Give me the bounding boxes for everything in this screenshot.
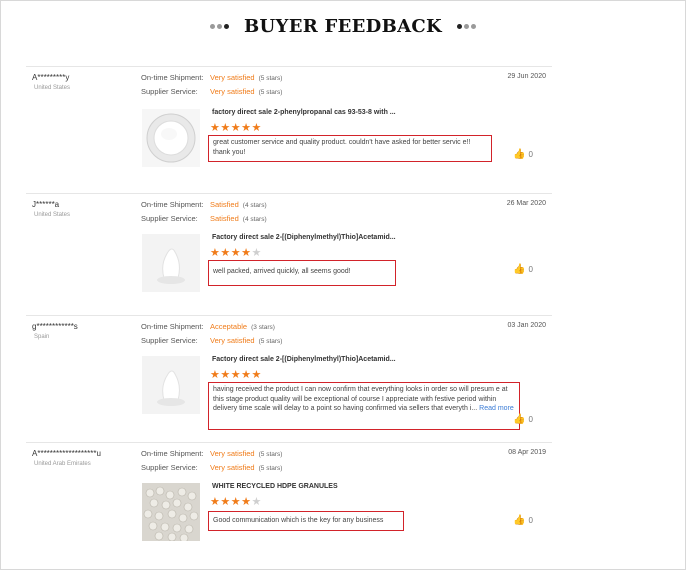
like-button[interactable]: 👍 0	[513, 414, 533, 425]
star-rating: ★★★★★	[210, 247, 262, 259]
product-image[interactable]	[142, 234, 200, 292]
like-button[interactable]: 👍 0	[513, 515, 533, 526]
shipment-rating: Acceptable (3 stars)	[210, 322, 275, 331]
review-date: 03 Jan 2020	[507, 322, 546, 329]
feedback-box: having received the product I can now co…	[208, 382, 520, 430]
review-item: J******a United States 26 Mar 2020 On-ti…	[26, 193, 552, 306]
section-header: BUYER FEEDBACK	[0, 16, 686, 48]
reviewer-name: A*********y	[32, 73, 70, 82]
product-image[interactable]	[142, 356, 200, 414]
product-link[interactable]: WHITE RECYCLED HDPE GRANULES	[212, 483, 338, 490]
review-item: g************s Spain 03 Jan 2020 On-time…	[26, 315, 552, 436]
product-link[interactable]: Factory direct sale 2-[(Diphenylmethyl)T…	[212, 234, 396, 241]
reviewer-name: A*******************u	[32, 449, 101, 458]
read-more-link[interactable]: Read more	[479, 405, 514, 412]
like-button[interactable]: 👍 0	[513, 264, 533, 275]
feedback-text: great customer service and quality produ…	[208, 135, 492, 162]
service-rating: Very satisfied (5 stars)	[210, 336, 283, 345]
reviewer-country: Spain	[34, 334, 50, 340]
product-image[interactable]	[142, 483, 200, 541]
left-dots-decoration	[209, 18, 230, 36]
shipment-label: On-time Shipment:	[141, 449, 204, 458]
product-link[interactable]: Factory direct sale 2-[(Diphenylmethyl)T…	[212, 356, 396, 363]
review-date: 26 Mar 2020	[506, 200, 546, 207]
thumbs-up-icon: 👍	[513, 515, 526, 526]
thumbs-up-icon: 👍	[513, 264, 526, 275]
review-item: A*********y United States 29 Jun 2020 On…	[26, 66, 552, 179]
service-rating: Satisfied (4 stars)	[210, 214, 267, 223]
product-link[interactable]: factory direct sale 2-phenylpropanal cas…	[212, 109, 396, 116]
right-dots-decoration	[456, 18, 477, 36]
shipment-label: On-time Shipment:	[141, 73, 204, 82]
shipment-label: On-time Shipment:	[141, 322, 204, 331]
reviewer-name: g************s	[32, 322, 78, 331]
star-rating: ★★★★★	[210, 122, 262, 134]
reviewer-name: J******a	[32, 200, 60, 209]
reviewer-country: United States	[34, 85, 71, 91]
reviewer-country: United States	[34, 212, 71, 218]
service-label: Supplier Service:	[141, 214, 198, 223]
product-image[interactable]	[142, 109, 200, 167]
shipment-rating: Very satisfied (5 stars)	[210, 449, 283, 458]
thumbs-up-icon: 👍	[513, 149, 526, 160]
service-label: Supplier Service:	[141, 463, 198, 472]
star-rating: ★★★★★	[210, 496, 262, 508]
service-rating: Very satisfied (5 stars)	[210, 87, 283, 96]
feedback-text: well packed, arrived quickly, all seems …	[208, 260, 396, 286]
like-button[interactable]: 👍 0	[513, 149, 533, 160]
service-label: Supplier Service:	[141, 87, 198, 96]
shipment-label: On-time Shipment:	[141, 200, 204, 209]
star-rating: ★★★★★	[210, 369, 262, 381]
service-rating: Very satisfied (5 stars)	[210, 463, 283, 472]
review-date: 08 Apr 2019	[508, 449, 546, 456]
service-label: Supplier Service:	[141, 336, 198, 345]
shipment-rating: Very satisfied (5 stars)	[210, 73, 283, 82]
shipment-rating: Satisfied (4 stars)	[210, 200, 267, 209]
feedback-text: Good communication which is the key for …	[208, 511, 404, 531]
reviewer-country: United Arab Emirates	[34, 461, 91, 467]
feedback-text: having received the product I can now co…	[213, 386, 508, 412]
page-title: BUYER FEEDBACK	[244, 16, 442, 37]
thumbs-up-icon: 👍	[513, 414, 526, 425]
review-date: 29 Jun 2020	[507, 73, 546, 80]
review-item: A*******************u United Arab Emirat…	[26, 442, 552, 553]
